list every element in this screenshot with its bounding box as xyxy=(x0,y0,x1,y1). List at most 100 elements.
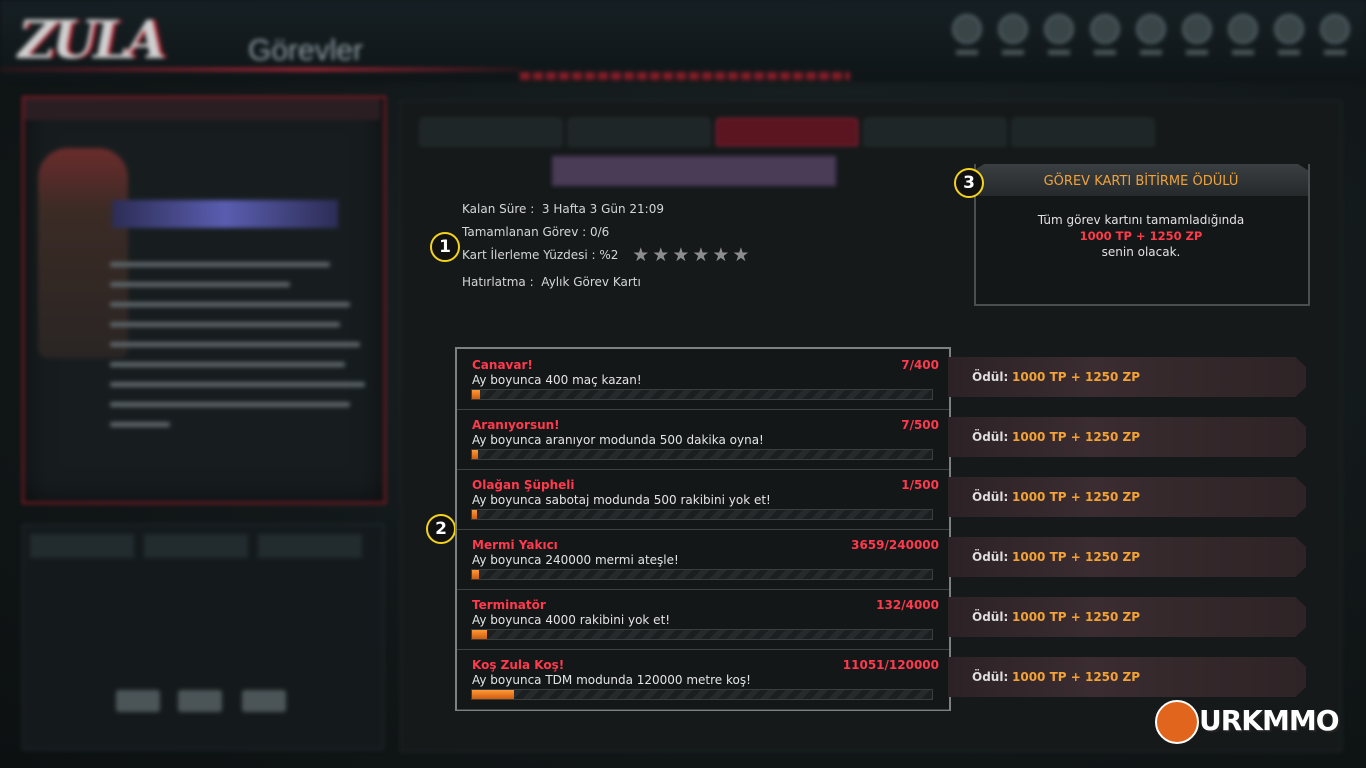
mission-name: Koş Zula Koş! xyxy=(472,658,565,672)
stat-chip xyxy=(178,690,222,712)
tab-special[interactable] xyxy=(1012,118,1154,146)
mission-category-tabs xyxy=(420,118,1154,146)
stat-chip xyxy=(242,690,286,712)
mission-reward: Ödül: 1000 TP + 1250 ZP xyxy=(948,657,1306,697)
tab-weekly[interactable] xyxy=(568,118,710,146)
mission-count: 1/500 xyxy=(901,478,939,492)
reminder: Hatırlatma : Aylık Görev Kartı xyxy=(462,275,641,289)
stats-tab[interactable] xyxy=(144,534,248,558)
card-reward-title: GÖREV KARTI BİTİRME ÖDÜLÜ xyxy=(1043,174,1239,189)
mission-reward-value: 1000 TP + 1250 ZP xyxy=(1012,670,1141,684)
mission-row[interactable]: Koş Zula Koş! 11051/120000 Ay boyunca TDM … xyxy=(457,649,949,710)
mission-name: Terminatör xyxy=(472,598,546,612)
mission-row[interactable]: Olağan Şüpheli 1/500 Ay boyunca sabotaj mo… xyxy=(457,469,949,530)
top-icon-bar xyxy=(950,14,1352,62)
game-logo: ZULA xyxy=(18,10,166,71)
remaining-time: Kalan Süre : 3 Hafta 3 Gün 21:09 xyxy=(462,202,664,216)
card-info-tab xyxy=(24,98,380,120)
cart-icon[interactable] xyxy=(996,14,1030,62)
mission-progress-bar xyxy=(471,389,933,400)
mission-description: Ay boyunca sabotaj modunda 500 rakibini … xyxy=(472,493,771,507)
mission-reward-label: Ödül: xyxy=(972,550,1009,564)
page-title: Görevler xyxy=(248,34,364,67)
mission-progress-bar xyxy=(471,689,933,700)
tab-event[interactable] xyxy=(864,118,1006,146)
card-reward-text: Tüm görev kartını tamamladığında 1000 TP… xyxy=(974,212,1308,260)
header-notice xyxy=(520,72,850,80)
mission-reward-value: 1000 TP + 1250 ZP xyxy=(1012,430,1141,444)
mission-count: 7/400 xyxy=(901,358,939,372)
mission-progress-bar xyxy=(471,449,933,460)
stats-tab[interactable] xyxy=(258,534,362,558)
mission-reward-label: Ödül: xyxy=(972,490,1009,504)
annotation-marker-2: 2 xyxy=(426,514,456,544)
mission-reward-value: 1000 TP + 1250 ZP xyxy=(1012,370,1141,384)
mission-count: 3659/240000 xyxy=(851,538,939,552)
mission-progress-fill xyxy=(472,570,479,579)
tab-daily[interactable] xyxy=(420,118,562,146)
mission-count: 132/4000 xyxy=(876,598,939,612)
mission-progress-bar xyxy=(471,569,933,580)
mission-row[interactable]: Aranıyorsun! 7/500 Ay boyunca aranıyor mod… xyxy=(457,409,949,470)
settings-icon[interactable] xyxy=(1272,14,1306,62)
card-description xyxy=(110,262,365,442)
mission-row[interactable]: Canavar! 7/400 Ay boyunca 400 maç kazan! xyxy=(457,349,949,410)
watermark: URKMMO xyxy=(1155,700,1341,744)
mission-progress-fill xyxy=(472,390,481,399)
missions-icon[interactable] xyxy=(1088,14,1122,62)
mission-count: 11051/120000 xyxy=(842,658,939,672)
mission-count: 7/500 xyxy=(901,418,939,432)
mission-reward-label: Ödül: xyxy=(972,370,1009,384)
mission-row[interactable]: Terminatör 132/4000 Ay boyunca 4000 rakibi… xyxy=(457,589,949,650)
tab-monthly[interactable] xyxy=(716,118,858,146)
top-header: ZULA Görevler xyxy=(0,0,1366,82)
mission-row[interactable]: Mermi Yakıcı 3659/240000 Ay boyunca 240000… xyxy=(457,529,949,590)
mission-reward: Ödül: 1000 TP + 1250 ZP xyxy=(948,537,1306,577)
mission-reward-value: 1000 TP + 1250 ZP xyxy=(1012,490,1141,504)
mission-description: Ay boyunca TDM modunda 120000 metre koş! xyxy=(472,673,751,687)
game-icon[interactable] xyxy=(1134,14,1168,62)
mission-reward: Ödül: 1000 TP + 1250 ZP xyxy=(948,417,1306,457)
card-name-banner xyxy=(112,200,338,228)
card-progress: Kart İlerleme Yüzdesi : %2 ★★★★★★ xyxy=(462,244,753,266)
mission-reward-label: Ödül: xyxy=(972,610,1009,624)
mission-list: Canavar! 7/400 Ay boyunca 400 maç kazan! Ar… xyxy=(455,347,951,711)
watermark-text: URKMMO xyxy=(1199,704,1340,737)
mission-name: Olağan Şüpheli xyxy=(472,478,575,492)
clan-icon[interactable] xyxy=(1042,14,1076,62)
mission-description: Ay boyunca 240000 mermi ateşle! xyxy=(472,553,679,567)
annotation-marker-3: 3 xyxy=(954,168,984,198)
stat-chip xyxy=(116,690,160,712)
mission-reward: Ödül: 1000 TP + 1250 ZP xyxy=(948,597,1306,637)
header-accent-line xyxy=(0,68,520,71)
annotation-marker-1: 1 xyxy=(430,232,460,262)
mission-progress-fill xyxy=(472,450,479,459)
mission-reward: Ödül: 1000 TP + 1250 ZP xyxy=(948,357,1306,397)
mission-description: Ay boyunca 400 maç kazan! xyxy=(472,373,642,387)
mission-progress-fill xyxy=(472,690,515,699)
mission-reward-value: 1000 TP + 1250 ZP xyxy=(1012,550,1141,564)
mission-progress-fill xyxy=(472,510,477,519)
mission-name: Mermi Yakıcı xyxy=(472,538,558,552)
market-icon[interactable] xyxy=(1180,14,1214,62)
mission-progress-fill xyxy=(472,630,488,639)
mission-name: Canavar! xyxy=(472,358,533,372)
card-reward-amount: 1000 TP + 1250 ZP xyxy=(1079,229,1203,243)
nav-icon[interactable] xyxy=(950,14,984,62)
mission-description: Ay boyunca aranıyor modunda 500 dakika o… xyxy=(472,433,764,447)
mission-reward-label: Ödül: xyxy=(972,670,1009,684)
mission-description: Ay boyunca 4000 rakibini yok et! xyxy=(472,613,671,627)
exit-icon[interactable] xyxy=(1318,14,1352,62)
mission-progress-bar xyxy=(471,509,933,520)
mission-reward: Ödül: 1000 TP + 1250 ZP xyxy=(948,477,1306,517)
message-icon[interactable] xyxy=(1226,14,1260,62)
player-stats-tabs xyxy=(30,534,362,558)
mission-name: Aranıyorsun! xyxy=(472,418,560,432)
stats-tab[interactable] xyxy=(30,534,134,558)
star-rating: ★★★★★★ xyxy=(632,244,753,266)
card-title-bar xyxy=(552,156,836,186)
mission-reward-value: 1000 TP + 1250 ZP xyxy=(1012,610,1141,624)
mission-progress-bar xyxy=(471,629,933,640)
completed-missions: Tamamlanan Görev : 0/6 xyxy=(462,225,610,239)
mission-reward-label: Ödül: xyxy=(972,430,1009,444)
